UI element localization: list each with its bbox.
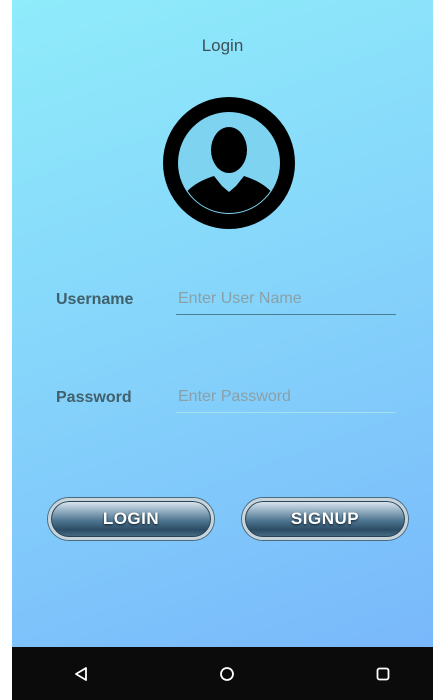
login-screen: Login Username Password LOGIN SIGNUP <box>12 0 433 647</box>
signup-button[interactable]: SIGNUP <box>242 498 408 540</box>
page-title: Login <box>201 36 244 55</box>
user-avatar-icon <box>163 97 295 229</box>
home-button[interactable] <box>210 657 244 691</box>
password-input[interactable] <box>176 382 396 413</box>
home-circle-icon <box>220 667 234 681</box>
recents-button[interactable] <box>366 657 400 691</box>
back-button[interactable] <box>64 657 98 691</box>
recents-square-icon <box>376 667 390 681</box>
username-label: Username <box>56 291 134 308</box>
system-navigation-bar <box>12 647 433 700</box>
phone-screen: Login Username Password LOGIN SIGNUP <box>0 0 437 700</box>
username-input[interactable] <box>176 284 396 315</box>
back-triangle-icon <box>75 667 87 681</box>
login-button[interactable]: LOGIN <box>48 498 214 540</box>
password-label: Password <box>56 389 132 406</box>
